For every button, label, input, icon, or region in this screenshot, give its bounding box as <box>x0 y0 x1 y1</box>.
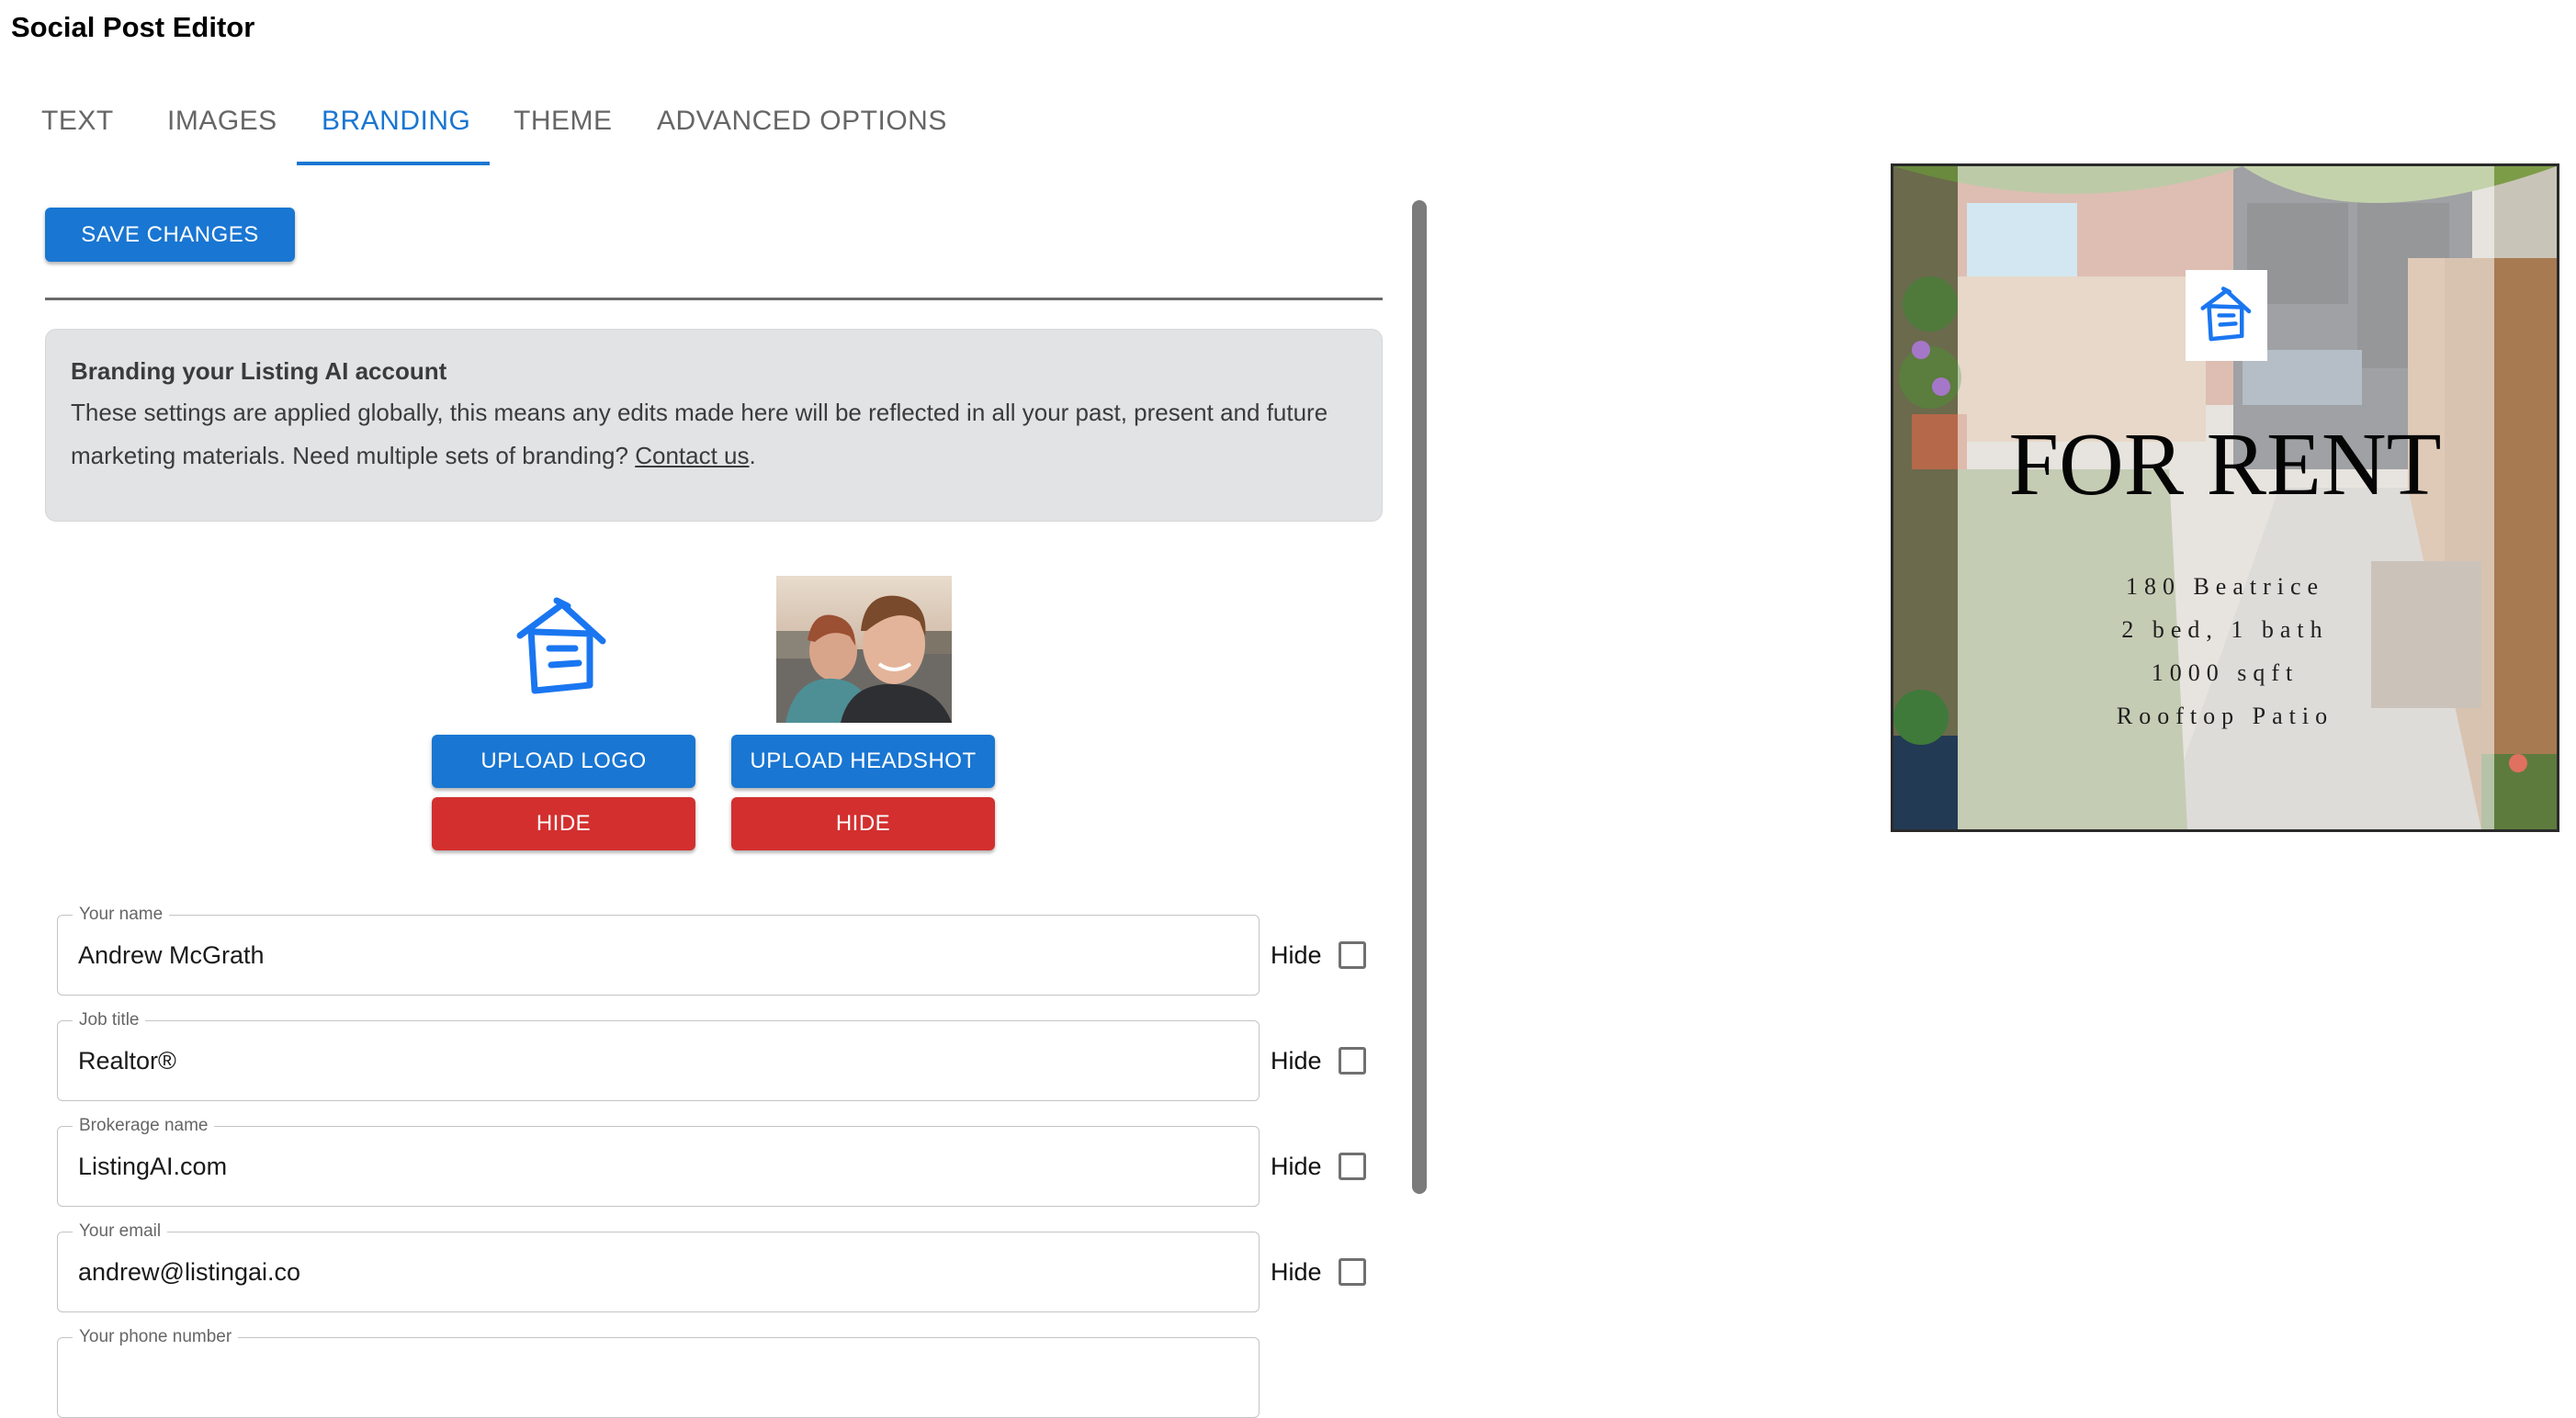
info-trailing: . <box>749 442 756 469</box>
brokerage-input[interactable] <box>78 1145 1181 1187</box>
headshot-image <box>776 576 952 723</box>
tab-text[interactable]: TEXT <box>41 103 114 140</box>
save-changes-button[interactable]: SAVE CHANGES <box>45 208 295 262</box>
hide-name-checkbox[interactable] <box>1339 941 1366 969</box>
hide-email-checkbox[interactable] <box>1339 1258 1366 1286</box>
upload-logo-button[interactable]: UPLOAD LOGO <box>432 735 695 788</box>
name-field: Your name <box>57 905 1260 996</box>
preview-logo <box>2186 270 2267 361</box>
hide-label: Hide <box>1271 1153 1322 1180</box>
tab-advanced-options[interactable]: ADVANCED OPTIONS <box>657 103 947 140</box>
field-label: Your phone number <box>73 1327 239 1347</box>
preview-detail-address: 180 Beatrice <box>2125 573 2325 600</box>
hide-label: Hide <box>1271 1258 1322 1286</box>
info-body: These settings are applied globally, thi… <box>71 391 1357 478</box>
field-label: Your name <box>73 905 170 925</box>
house-logo-icon <box>511 595 616 703</box>
preview-detail-size: 1000 sqft <box>2151 659 2299 686</box>
post-preview: FOR RENT 180 Beatrice 2 bed, 1 bath 1000… <box>1891 163 2559 832</box>
email-field: Your email <box>57 1221 1260 1312</box>
tab-theme[interactable]: THEME <box>514 103 613 140</box>
job-title-input[interactable] <box>78 1040 1181 1082</box>
tab-images[interactable]: IMAGES <box>167 103 277 140</box>
info-heading: Branding your Listing AI account <box>71 357 447 385</box>
tab-branding[interactable]: BRANDING <box>322 103 470 140</box>
contact-us-link[interactable]: Contact us <box>635 442 749 469</box>
info-alert: Branding your Listing AI account These s… <box>45 329 1383 522</box>
preview-detail-feature: Rooftop Patio <box>2116 703 2334 729</box>
scrollbar-thumb[interactable] <box>1412 200 1427 1194</box>
phone-input[interactable] <box>78 1356 1181 1399</box>
field-label: Job title <box>73 1010 146 1030</box>
job-title-field: Job title <box>57 1010 1260 1101</box>
page-title: Social Post Editor <box>11 11 255 43</box>
upload-headshot-button[interactable]: UPLOAD HEADSHOT <box>731 735 995 788</box>
field-label: Your email <box>73 1221 168 1242</box>
hide-label: Hide <box>1271 1047 1322 1075</box>
brokerage-field: Brokerage name <box>57 1116 1260 1207</box>
active-tab-indicator <box>297 162 490 165</box>
hide-logo-button[interactable]: HIDE <box>432 797 695 850</box>
hide-job-title-checkbox[interactable] <box>1339 1047 1366 1075</box>
divider <box>45 298 1383 300</box>
name-input[interactable] <box>78 934 1181 976</box>
field-label: Brokerage name <box>73 1116 215 1136</box>
hide-brokerage-checkbox[interactable] <box>1339 1153 1366 1180</box>
hide-headshot-button[interactable]: HIDE <box>731 797 995 850</box>
preview-detail-rooms: 2 bed, 1 bath <box>2121 616 2329 643</box>
email-input[interactable] <box>78 1251 1181 1293</box>
preview-headline: FOR RENT <box>2008 415 2442 514</box>
phone-field: Your phone number <box>57 1327 1260 1418</box>
hide-label: Hide <box>1271 941 1322 969</box>
house-logo-icon <box>2199 286 2251 341</box>
